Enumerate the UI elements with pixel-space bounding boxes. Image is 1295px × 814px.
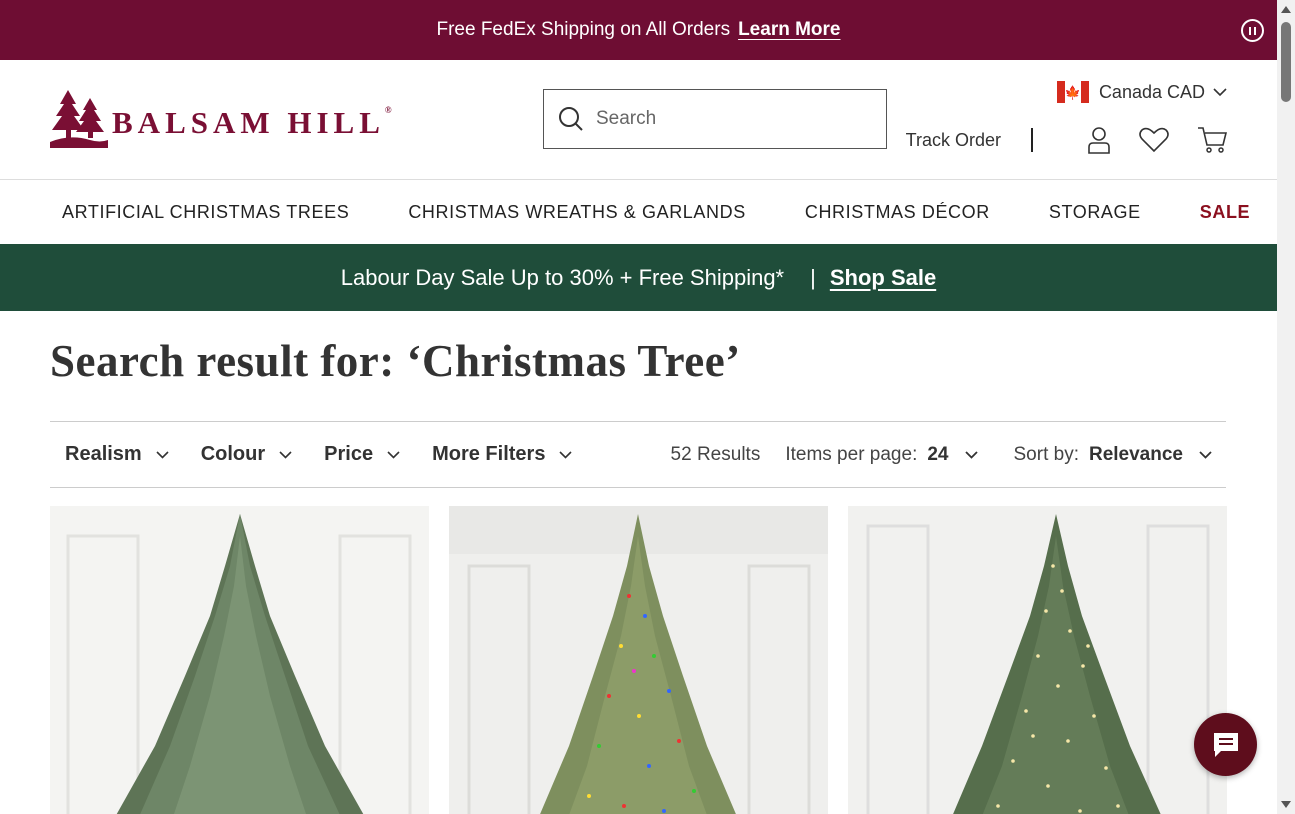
promo-text: Free FedEx Shipping on All Orders — [436, 19, 731, 40]
search-input[interactable] — [596, 108, 866, 130]
tree-logo-icon — [50, 90, 108, 148]
cart-icon[interactable] — [1197, 126, 1227, 154]
chevron-down-icon — [156, 450, 169, 459]
promo-bar: Free FedEx Shipping on All Orders Learn … — [0, 0, 1277, 60]
sale-banner-text: Labour Day Sale Up to 30% + Free Shippin… — [340, 264, 785, 290]
product-card[interactable] — [848, 506, 1227, 814]
sort-label: Sort by: — [1013, 443, 1079, 465]
scroll-down-arrow-icon[interactable] — [1281, 801, 1291, 808]
product-image-clear-lights-tree — [848, 506, 1227, 814]
product-card[interactable] — [449, 506, 828, 814]
search-icon — [559, 107, 583, 131]
header-utilities: Track Order — [906, 126, 1227, 154]
items-per-page-select[interactable]: Items per page: 24 — [785, 443, 978, 466]
results-controls: 52 Results Items per page: 24 Sort by: R… — [671, 444, 1226, 466]
chevron-down-icon — [1199, 450, 1212, 459]
chevron-down-icon — [1213, 87, 1227, 96]
page-title: Search result for: ‘Christmas Tree’ — [50, 336, 741, 386]
track-order-link[interactable]: Track Order — [906, 130, 1001, 151]
chat-icon — [1213, 732, 1238, 757]
sale-banner: Labour Day Sale Up to 30% + Free Shippin… — [0, 244, 1277, 311]
nav-item-christmas-decor[interactable]: CHRISTMAS DÉCOR — [805, 202, 990, 223]
divider — [1031, 128, 1033, 152]
shop-sale-link[interactable]: Shop Sale — [830, 265, 936, 291]
sort-select[interactable]: Sort by: Relevance — [1014, 444, 1213, 466]
chevron-down-icon — [964, 450, 978, 459]
site-header: BALSAM HILL® 🍁 Canada CAD Track Order — [0, 60, 1277, 180]
filter-colour[interactable]: Colour — [201, 443, 292, 466]
chevron-down-icon — [279, 450, 292, 459]
nav-item-storage[interactable]: STORAGE — [1049, 202, 1141, 223]
chat-button[interactable] — [1194, 713, 1257, 776]
main-nav: ARTIFICIAL CHRISTMAS TREES CHRISTMAS WRE… — [0, 180, 1277, 244]
product-grid — [50, 506, 1227, 814]
filter-realism[interactable]: Realism — [65, 443, 169, 466]
pause-icon[interactable] — [1241, 19, 1264, 42]
filter-more-filters[interactable]: More Filters — [432, 443, 573, 466]
product-image-multicolor-tree — [449, 506, 828, 814]
account-icon[interactable] — [1087, 126, 1111, 154]
logo-text: BALSAM HILL® — [112, 105, 392, 140]
scroll-up-arrow-icon[interactable] — [1281, 6, 1291, 13]
items-per-page-label: Items per page: — [785, 443, 918, 465]
filter-bar: Realism Colour Price More Filters 52 Res… — [50, 421, 1226, 488]
chevron-down-icon — [387, 450, 400, 459]
page: Free FedEx Shipping on All Orders Learn … — [0, 0, 1277, 814]
scrollbar-thumb[interactable] — [1281, 22, 1291, 102]
search-box[interactable] — [543, 89, 887, 149]
canada-flag-icon: 🍁 — [1056, 81, 1089, 103]
filter-price[interactable]: Price — [324, 443, 400, 466]
country-label: Canada CAD — [1098, 81, 1205, 102]
chevron-down-icon — [559, 450, 573, 459]
balsam-hill-logo[interactable]: BALSAM HILL® — [50, 90, 392, 148]
sale-banner-divider: | — [810, 264, 816, 290]
nav-item-christmas-wreaths-garlands[interactable]: CHRISTMAS WREATHS & GARLANDS — [408, 202, 746, 223]
nav-item-sale[interactable]: SALE — [1200, 202, 1250, 223]
product-image-unlit-tree — [50, 506, 429, 814]
items-per-page-value: 24 — [927, 443, 949, 465]
product-card[interactable] — [50, 506, 429, 814]
nav-item-artificial-christmas-trees[interactable]: ARTIFICIAL CHRISTMAS TREES — [62, 202, 349, 223]
learn-more-link[interactable]: Learn More — [738, 19, 840, 41]
results-count: 52 Results — [670, 443, 761, 465]
sort-value: Relevance — [1088, 443, 1183, 465]
wishlist-heart-icon[interactable] — [1139, 127, 1169, 153]
country-selector[interactable]: 🍁 Canada CAD — [1056, 81, 1227, 103]
page-scrollbar[interactable] — [1277, 0, 1295, 814]
